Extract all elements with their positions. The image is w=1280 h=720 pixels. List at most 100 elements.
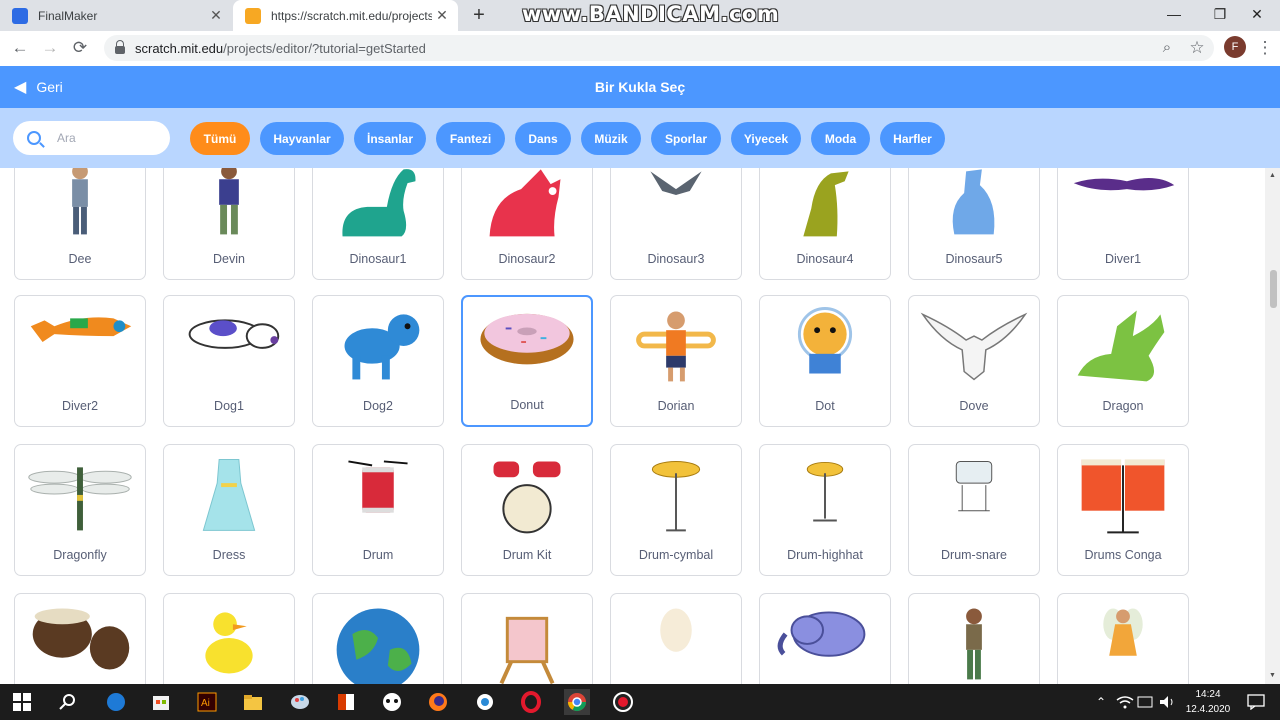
sprite-name: Dinosaur4 [796,252,854,266]
sprite-card-donut[interactable]: Donut [461,295,593,427]
back-button[interactable]: ◀ Geri [14,66,63,108]
record-icon[interactable] [610,689,636,715]
tag-sports[interactable]: Sporlar [651,122,721,155]
firefox-icon[interactable] [425,689,451,715]
sprite-name: Dress [212,548,246,562]
sprite-card-easel[interactable] [461,593,593,684]
sprite-card-dog2[interactable]: Dog2 [312,295,444,427]
opera-icon[interactable] [518,689,544,715]
sprite-card-dog1[interactable]: Dog1 [163,295,295,427]
grid-scrollbar[interactable]: ▲ ▼ [1265,168,1280,684]
sprite-card-duck[interactable] [163,593,295,684]
sprite-card-drums-tabla[interactable] [14,593,146,684]
sprite-card-drums-conga[interactable]: Drums Conga [1057,444,1189,576]
sprite-card-elephant[interactable] [759,593,891,684]
bookmark-star-icon[interactable]: ☆ [1185,37,1209,59]
notification-icon[interactable] [1243,689,1269,715]
tab-close-icon[interactable]: ✕ [432,7,452,24]
tag-music[interactable]: Müzik [581,122,641,155]
sprite-card-drum-kit[interactable]: Drum Kit [461,444,593,576]
search-icon [27,131,41,145]
sprite-card-devin[interactable]: Devin [163,168,295,280]
search-box[interactable] [13,121,170,155]
sprite-card-dinosaur4[interactable]: Dinosaur4 [759,168,891,280]
chrome-menu-icon[interactable]: ⋮ [1253,37,1277,59]
sprite-card-diver1[interactable]: Diver1 [1057,168,1189,280]
panda-icon[interactable] [379,689,405,715]
tag-letters[interactable]: Harfler [880,122,945,155]
tray-chevron-icon[interactable]: ⌃ [1088,689,1114,715]
file-explorer-icon[interactable] [240,689,266,715]
sprite-card-drum-snare[interactable]: Drum-snare [908,444,1040,576]
tag-food[interactable]: Yiyecek [731,122,801,155]
sprite-card-drum-highhat[interactable]: Drum-highhat [759,444,891,576]
paint-icon[interactable] [287,689,313,715]
sprite-card-dinosaur2[interactable]: Dinosaur2 [461,168,593,280]
zoom-icon[interactable]: ⌕ [1155,37,1179,59]
forward-nav-icon[interactable]: → [38,37,62,59]
back-label: Geri [36,79,63,95]
sprite-card-elf[interactable] [908,593,1040,684]
scroll-up-icon[interactable]: ▲ [1269,172,1276,179]
reload-icon[interactable]: ⟳ [68,37,92,59]
finalmaker-favicon-icon [12,7,28,24]
tab-close-icon[interactable]: ✕ [206,7,226,24]
elf-sprite-icon [966,608,982,680]
taskbar-search-icon[interactable] [55,689,81,715]
tag-dance[interactable]: Dans [515,122,571,155]
sprite-card-dot[interactable]: Dot [759,295,891,427]
dress-sprite-icon [202,458,256,531]
sprite-card-dragonfly[interactable]: Dragonfly [14,444,146,576]
sprite-name: Devin [213,252,245,266]
drums-conga-sprite-icon [1081,459,1165,534]
sprite-card-dinosaur5[interactable]: Dinosaur5 [908,168,1040,280]
search-input[interactable] [55,130,159,146]
tab-finalmaker[interactable]: FinalMaker ✕ [0,0,232,31]
illustrator-icon[interactable]: Ai [194,689,220,715]
volume-icon[interactable] [1154,689,1180,715]
sprite-card-dragon[interactable]: Dragon [1057,295,1189,427]
sprite-card-dee[interactable]: Dee [14,168,146,280]
sprite-card-dress[interactable]: Dress [163,444,295,576]
office-icon[interactable] [333,689,359,715]
page-title: Bir Kukla Seç [594,79,686,95]
sprite-card-drum[interactable]: Drum [312,444,444,576]
easel-sprite-icon [499,616,555,684]
sprite-name: Drums Conga [1084,548,1162,562]
chrome-icon[interactable] [564,689,590,715]
taskbar-clock[interactable]: 14:24 12.4.2020 [1180,687,1236,717]
sprite-card-earth[interactable] [312,593,444,684]
tag-all[interactable]: Tümü [190,122,250,155]
sprite-card-dorian[interactable]: Dorian [610,295,742,427]
sprite-card-egg[interactable] [610,593,742,684]
app-icon[interactable] [472,689,498,715]
url-host: scratch.mit.edu [135,40,224,56]
tag-fashion[interactable]: Moda [811,122,870,155]
scroll-down-icon[interactable]: ▼ [1269,672,1276,679]
profile-avatar[interactable]: F [1224,36,1246,58]
new-tab-button[interactable]: + [468,3,490,27]
store-icon[interactable] [148,689,174,715]
tab-scratch[interactable]: https://scratch.mit.edu/projects/e ✕ [233,0,458,31]
diver1-sprite-icon [1073,178,1175,191]
minimize-button[interactable]: — [1151,0,1197,31]
sprite-name: Drum-snare [941,548,1007,562]
sprite-card-dinosaur3[interactable]: Dinosaur3 [610,168,742,280]
duck-sprite-icon [205,612,253,674]
sprite-card-dinosaur1[interactable]: Dinosaur1 [312,168,444,280]
sprite-card-fairy[interactable] [1057,593,1189,684]
sprite-card-dove[interactable]: Dove [908,295,1040,427]
edge-icon[interactable] [103,689,129,715]
sprite-name: Dragon [1102,399,1144,413]
close-window-button[interactable]: ✕ [1234,0,1280,31]
sprite-card-drum-cymbal[interactable]: Drum-cymbal [610,444,742,576]
windows-start-icon[interactable] [9,689,35,715]
sprite-card-diver2[interactable]: Diver2 [14,295,146,427]
tag-fantasy[interactable]: Fantezi [436,122,505,155]
tag-animals[interactable]: Hayvanlar [260,122,344,155]
address-bar[interactable]: scratch.mit.edu/projects/editor/?tutoria… [104,35,1214,61]
scrollbar-thumb[interactable] [1270,270,1277,308]
tag-people[interactable]: İnsanlar [354,122,426,155]
back-nav-icon[interactable]: ← [8,37,32,59]
lock-icon [115,40,125,54]
